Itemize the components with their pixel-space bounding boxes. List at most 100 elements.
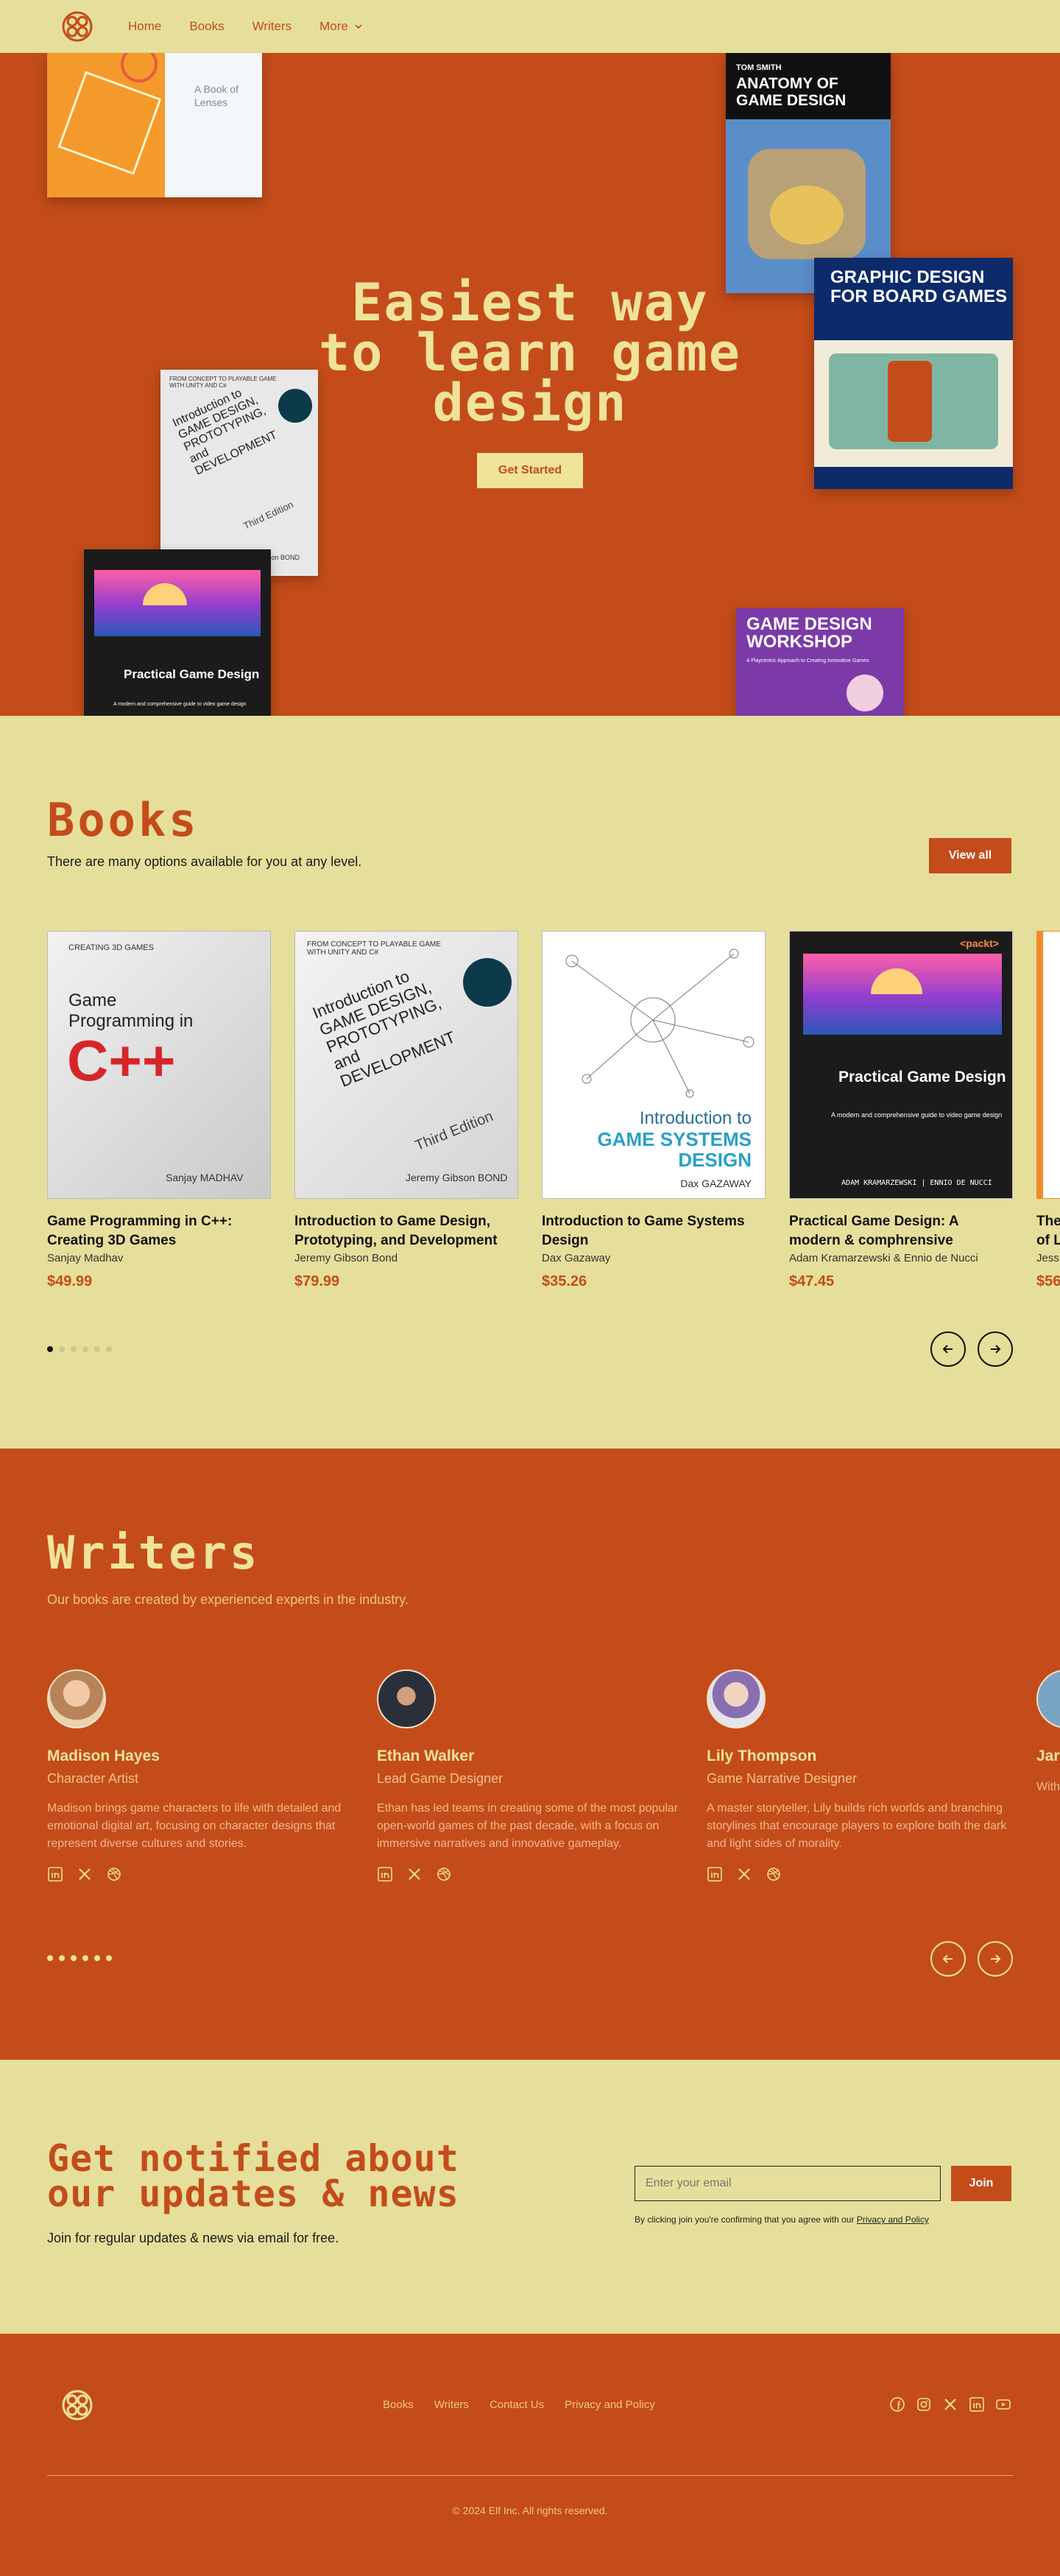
linkedin-icon[interactable] [377,1866,393,1882]
avatar [377,1669,436,1728]
book-cover: FROM CONCEPT TO PLAYABLE GAME WITH UNITY… [294,931,518,1199]
join-button[interactable]: Join [951,2166,1011,2201]
youtube-icon[interactable] [995,2396,1011,2413]
writer-role: Game Narrative Designer [707,1771,858,1786]
footer-link-contact[interactable]: Contact Us [490,2399,544,2411]
book-card[interactable]: <packt> Practical Game Design A modern a… [789,931,1013,1290]
view-all-button[interactable]: View all [929,838,1011,873]
book2-cover-series: FROM CONCEPT TO PLAYABLE GAME WITH UNITY… [307,940,441,957]
x-icon[interactable] [77,1866,93,1882]
privacy-link[interactable]: Privacy and Policy [857,2214,929,2225]
book-author: Dax Gazaway [542,1252,611,1264]
writers-subtitle: Our books are created by experienced exp… [47,1592,409,1607]
email-input[interactable] [635,2166,941,2201]
writer-name: Madison Hayes [47,1748,160,1764]
book5-title-line1: The [1036,1214,1060,1229]
nav-home[interactable]: Home [128,19,161,34]
page: Home Books Writers More A Book of Lenses… [0,0,1060,2576]
book-author: Jess [1036,1252,1059,1264]
books-prev-button[interactable] [930,1331,966,1367]
linkedin-icon[interactable] [969,2396,985,2413]
writer-socials [47,1866,349,1882]
book4-cover-title: Practical Game Design [838,1069,1006,1085]
dribbble-icon[interactable] [106,1866,122,1882]
footer-link-privacy[interactable]: Privacy and Policy [565,2399,655,2411]
book3-cover-big: GAME SYSTEMS DESIGN [597,1128,752,1171]
book-card[interactable]: CREATING 3D GAMES Game Programming in C+… [47,931,271,1290]
hero-title-line1: Easiest way [351,272,709,333]
writers-prev-button[interactable] [930,1941,966,1977]
legal-prefix: By clicking join you're confirming that … [635,2214,857,2225]
carousel-dot[interactable] [82,1346,88,1352]
book-title: The of L [1036,1212,1060,1250]
book-author: Sanjay Madhav [47,1252,124,1264]
book-author: Adam Kramarzewski & Ennio de Nucci [789,1252,978,1264]
writer-bio: Ethan has led teams in creating some of … [377,1802,679,1850]
writers-next-button[interactable] [978,1941,1013,1977]
book2-cover-author: Jeremy Gibson BOND [406,1172,508,1183]
writer-card: Jar With ... virtu... [1036,1669,1060,1796]
book-card[interactable]: The of L Jess $56 [1036,931,1060,1290]
book4-cover-brand: <packt> [960,937,999,949]
book1-cover-author: Sanjay MADHAV [166,1172,244,1183]
carousel-dot[interactable] [94,1346,100,1352]
footer-logo-icon[interactable] [62,2390,93,2421]
book1-cover-big: C++ [67,1028,176,1093]
nav-books[interactable]: Books [189,19,224,34]
carousel-dot[interactable] [106,1955,112,1961]
dribbble-icon[interactable] [436,1866,452,1882]
logo-icon[interactable] [62,11,93,42]
book-title: Introduction to Game Design, Prototyping… [294,1214,498,1248]
book1-cover-title: Game Programming in [68,990,194,1031]
writer-bio: With ... virtu... [1036,1781,1060,1793]
hero-cover-practical: Practical Game Design A modern and compr… [84,549,271,716]
carousel-dot[interactable] [82,1955,88,1961]
carousel-dot[interactable] [71,1346,77,1352]
instagram-icon[interactable] [916,2396,932,2413]
book-author: Jeremy Gibson Bond [294,1252,398,1264]
linkedin-icon[interactable] [47,1866,63,1882]
carousel-dot[interactable] [59,1346,65,1352]
books-next-button[interactable] [978,1331,1013,1367]
facebook-icon[interactable] [889,2396,905,2413]
book-card[interactable]: Introduction to GAME SYSTEMS DESIGN Dax … [542,931,766,1290]
writer-socials [707,1866,1008,1882]
anatomy-title: ANATOMY OF GAME DESIGN [736,75,847,109]
footer-link-writers[interactable]: Writers [434,2399,469,2411]
dribbble-icon[interactable] [766,1866,782,1882]
x-icon[interactable] [736,1866,752,1882]
carousel-dot[interactable] [94,1955,100,1961]
footer-link-books[interactable]: Books [383,2399,414,2411]
linkedin-icon[interactable] [707,1866,723,1882]
footer-divider [47,2475,1013,2476]
get-started-button[interactable]: Get Started [477,453,583,488]
book-title: Practical Game Design: A modern & comphr… [789,1214,958,1248]
hero-section: A Book of Lenses TOM SMITH ANATOMY OF GA… [0,53,1060,716]
footer-links: Books Writers Contact Us Privacy and Pol… [383,2399,655,2411]
book-price: $47.45 [789,1273,835,1289]
carousel-dot[interactable] [106,1346,112,1352]
nav-more-label: More [319,18,348,33]
x-icon[interactable] [406,1866,423,1882]
x-icon[interactable] [942,2396,958,2413]
newsletter-section: Get notified about our updates & news Jo… [0,2060,1060,2334]
carousel-dot[interactable] [47,1955,53,1961]
carousel-dot[interactable] [71,1955,77,1961]
newsletter-title: Get notified about our updates & news [47,2140,459,2215]
nav-writers[interactable]: Writers [252,19,292,34]
books-carousel-dots [47,1346,112,1352]
copyright: © 2024 Elf Inc. All rights reserved. [452,2505,608,2516]
book2-cover-edition: Third Edition [412,1108,496,1155]
books-subtitle: There are many options available for you… [47,854,362,869]
books-section: Books There are many options available f… [0,716,1060,1449]
book-card[interactable]: FROM CONCEPT TO PLAYABLE GAME WITH UNITY… [294,931,518,1290]
nav-more[interactable]: More [319,19,363,34]
book-title: Introduction to Game Systems Design [542,1214,745,1248]
newsletter-title-line2: our updates & news [47,2172,459,2215]
writer-card: Lily Thompson Game Narrative Designer A … [707,1669,1008,1882]
avatar [707,1669,766,1728]
carousel-dot[interactable] [59,1955,65,1961]
carousel-dot[interactable] [47,1346,53,1352]
book3-cover-title: Introduction to [639,1108,752,1128]
writer-role: Lead Game Designer [377,1771,504,1786]
